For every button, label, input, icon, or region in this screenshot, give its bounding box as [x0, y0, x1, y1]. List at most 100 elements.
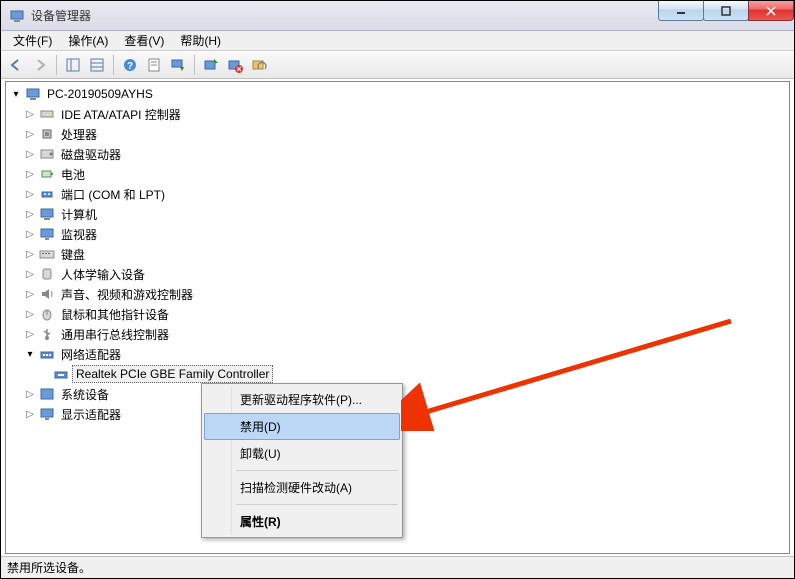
expander-icon[interactable]: ▾: [10, 88, 22, 100]
tree-item-realtek-nic[interactable]: Realtek PCIe GBE Family Controller: [6, 364, 789, 384]
tree-item-label: 系统设备: [58, 385, 112, 404]
tree-item-label: 监视器: [58, 225, 100, 244]
context-menu: 更新驱动程序软件(P)... 禁用(D) 卸载(U) 扫描检测硬件改动(A) 属…: [201, 383, 403, 538]
controller-icon: [39, 106, 55, 122]
expander-icon[interactable]: ▷: [24, 328, 36, 340]
tree-item-label: 通用串行总线控制器: [58, 325, 172, 344]
expander-icon[interactable]: ▷: [24, 388, 36, 400]
computer-icon: [25, 86, 41, 102]
tree-item-label: 计算机: [58, 205, 100, 224]
expander-icon[interactable]: ▷: [24, 268, 36, 280]
usb-icon: [39, 326, 55, 342]
context-menu-properties[interactable]: 属性(R): [204, 508, 400, 535]
cpu-icon: [39, 126, 55, 142]
forward-button[interactable]: [29, 54, 51, 76]
tree-item-battery[interactable]: ▷ 电池: [6, 164, 789, 184]
tree-item-label: IDE ATA/ATAPI 控制器: [58, 105, 184, 124]
context-menu-separator: [236, 504, 398, 505]
expander-icon[interactable]: ▷: [24, 128, 36, 140]
tree-item-ide[interactable]: ▷ IDE ATA/ATAPI 控制器: [6, 104, 789, 124]
tree-item-keyboard[interactable]: ▷ 键盘: [6, 244, 789, 264]
monitor-icon: [39, 226, 55, 242]
tree-item-label: 鼠标和其他指针设备: [58, 305, 172, 324]
disk-icon: [39, 146, 55, 162]
view-list-button[interactable]: [86, 54, 108, 76]
expander-icon[interactable]: ▷: [24, 308, 36, 320]
keyboard-icon: [39, 246, 55, 262]
uninstall-button[interactable]: [224, 54, 246, 76]
pc-icon: [39, 206, 55, 222]
disable-button[interactable]: [248, 54, 270, 76]
svg-text:?: ?: [127, 61, 133, 72]
statusbar: 禁用所选设备。: [1, 556, 794, 578]
system-icon: [39, 386, 55, 402]
toolbar: ?: [1, 51, 794, 79]
titlebar: 设备管理器: [1, 1, 794, 31]
tree-item-label: 网络适配器: [58, 345, 124, 364]
network-icon: [39, 346, 55, 362]
menu-help[interactable]: 帮助(H): [172, 30, 229, 51]
tree-item-hid[interactable]: ▷ 人体学输入设备: [6, 264, 789, 284]
tree-item-usb[interactable]: ▷ 通用串行总线控制器: [6, 324, 789, 344]
tree-item-ports[interactable]: ▷ 端口 (COM 和 LPT): [6, 184, 789, 204]
tree-root-label: PC-20190509AYHS: [44, 86, 156, 102]
tree-item-label: 人体学输入设备: [58, 265, 148, 284]
display-icon: [39, 406, 55, 422]
toolbar-separator: [194, 55, 195, 75]
properties-button[interactable]: [143, 54, 165, 76]
expander-icon[interactable]: ▷: [24, 188, 36, 200]
expander-icon[interactable]: ▷: [24, 408, 36, 420]
app-icon: [9, 8, 25, 24]
tree-item-label: 显示适配器: [58, 405, 124, 424]
battery-icon: [39, 166, 55, 182]
tree-item-disk[interactable]: ▷ 磁盘驱动器: [6, 144, 789, 164]
expander-icon[interactable]: ▾: [24, 348, 36, 360]
show-tree-button[interactable]: [62, 54, 84, 76]
expander-icon[interactable]: ▷: [24, 168, 36, 180]
tree-item-label: 处理器: [58, 125, 100, 144]
minimize-button[interactable]: [658, 1, 704, 21]
tree-item-label: 端口 (COM 和 LPT): [58, 185, 168, 204]
menu-action[interactable]: 操作(A): [60, 30, 116, 51]
statusbar-text: 禁用所选设备。: [7, 559, 91, 576]
help-button[interactable]: ?: [119, 54, 141, 76]
expander-icon[interactable]: ▷: [24, 108, 36, 120]
context-menu-update-driver[interactable]: 更新驱动程序软件(P)...: [204, 386, 400, 413]
device-tree[interactable]: ▾ PC-20190509AYHS ▷ IDE ATA/ATAPI 控制器 ▷ 处理…: [6, 84, 789, 424]
menu-view[interactable]: 查看(V): [116, 30, 172, 51]
expander-icon[interactable]: ▷: [24, 148, 36, 160]
menu-file[interactable]: 文件(F): [5, 30, 60, 51]
context-menu-separator: [236, 470, 398, 471]
refresh-button[interactable]: [167, 54, 189, 76]
tree-item-label: 键盘: [58, 245, 88, 264]
network-adapter-icon: [53, 366, 69, 382]
tree-item-computer[interactable]: ▷ 计算机: [6, 204, 789, 224]
tree-item-label: 声音、视频和游戏控制器: [58, 285, 196, 304]
context-menu-scan[interactable]: 扫描检测硬件改动(A): [204, 474, 400, 501]
tree-item-label: Realtek PCIe GBE Family Controller: [72, 365, 273, 383]
context-menu-disable[interactable]: 禁用(D): [204, 413, 400, 440]
expander-icon[interactable]: ▷: [24, 228, 36, 240]
back-button[interactable]: [5, 54, 27, 76]
maximize-button[interactable]: [703, 1, 749, 21]
tree-item-sound[interactable]: ▷ 声音、视频和游戏控制器: [6, 284, 789, 304]
window-controls: [659, 1, 794, 21]
tree-item-processor[interactable]: ▷ 处理器: [6, 124, 789, 144]
toolbar-separator: [56, 55, 57, 75]
tree-root[interactable]: ▾ PC-20190509AYHS: [6, 84, 789, 104]
toolbar-separator: [113, 55, 114, 75]
tree-item-mouse[interactable]: ▷ 鼠标和其他指针设备: [6, 304, 789, 324]
mouse-icon: [39, 306, 55, 322]
close-button[interactable]: [748, 1, 794, 21]
tree-item-label: 电池: [58, 165, 88, 184]
expander-icon[interactable]: ▷: [24, 208, 36, 220]
tree-item-monitor[interactable]: ▷ 监视器: [6, 224, 789, 244]
update-driver-button[interactable]: [200, 54, 222, 76]
tree-item-network[interactable]: ▾ 网络适配器: [6, 344, 789, 364]
tree-item-label: 磁盘驱动器: [58, 145, 124, 164]
menubar: 文件(F) 操作(A) 查看(V) 帮助(H): [1, 31, 794, 51]
context-menu-uninstall[interactable]: 卸载(U): [204, 440, 400, 467]
hid-icon: [39, 266, 55, 282]
expander-icon[interactable]: ▷: [24, 248, 36, 260]
expander-icon[interactable]: ▷: [24, 288, 36, 300]
